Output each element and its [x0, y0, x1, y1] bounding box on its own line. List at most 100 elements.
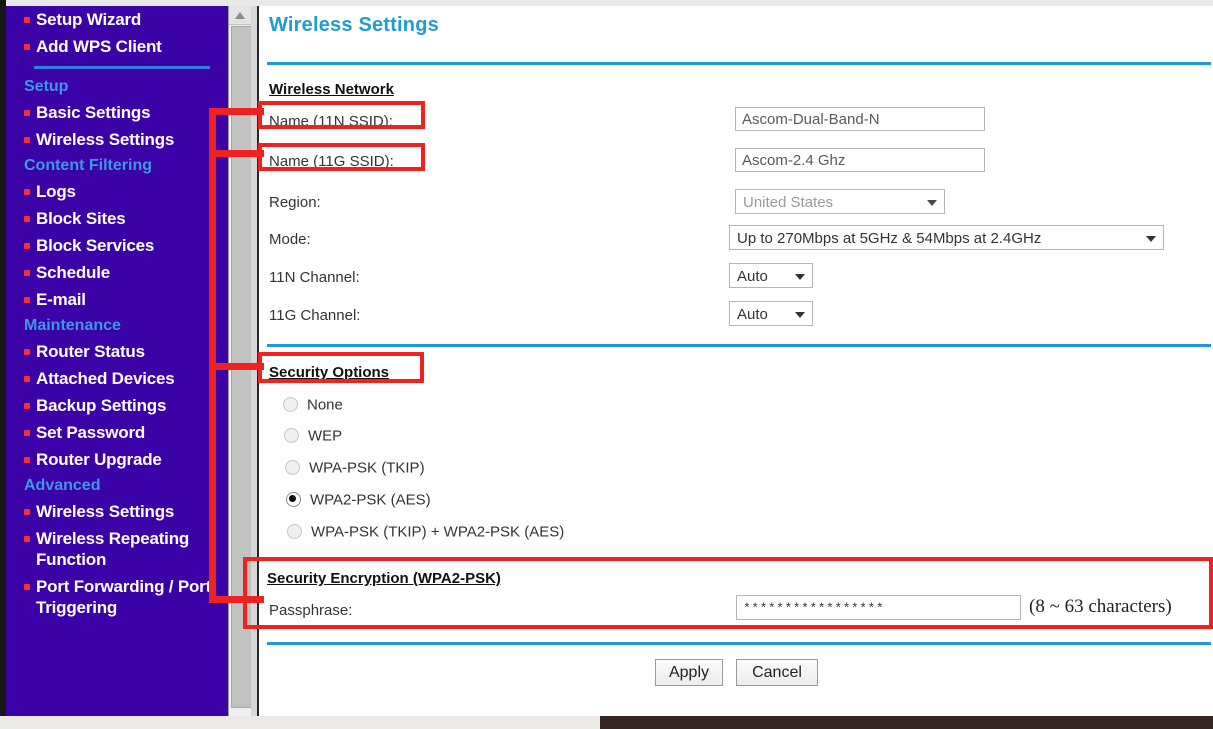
sidebar-item-wireless-settings[interactable]: Wireless Settings: [6, 126, 228, 153]
bullet-icon: [24, 137, 30, 143]
sidebar-item-label: Router Upgrade: [36, 450, 162, 469]
bullet-icon: [24, 216, 30, 222]
sidebar-item-label: Block Sites: [36, 209, 126, 228]
input-ssid-11n[interactable]: Ascom-Dual-Band-N: [735, 107, 985, 131]
chevron-down-icon: [927, 200, 937, 206]
sidebar-item-label: Add WPS Client: [36, 37, 162, 56]
radio-label: None: [307, 396, 343, 414]
sidebar-item-label: Router Status: [36, 342, 145, 361]
select-channel-11g[interactable]: Auto: [729, 301, 813, 326]
radio-button[interactable]: [283, 396, 298, 412]
sidebar-item-block-services[interactable]: Block Services: [6, 232, 228, 259]
bullet-icon: [24, 536, 30, 542]
radio-label: WPA-PSK (TKIP): [309, 459, 425, 477]
select-mode-value: Up to 270Mbps at 5GHz & 54Mbps at 2.4GHz: [737, 230, 1042, 247]
select-channel-11g-value: Auto: [737, 306, 768, 323]
annotation-branch-ssid-11n: [209, 108, 264, 115]
label-channel-11n: 11N Channel:: [269, 269, 360, 286]
sidebar-divider: [34, 66, 210, 69]
sidebar-item-wireless-settings[interactable]: Wireless Settings: [6, 498, 228, 525]
sidebar-item-schedule[interactable]: Schedule: [6, 259, 228, 286]
sidebar-heading-setup: Setup: [24, 78, 69, 95]
router-admin-screenshot: Setup Wizard Add WPS Client Setup Basic Set…: [0, 0, 1213, 729]
select-channel-11n[interactable]: Auto: [729, 263, 813, 288]
bullet-icon: [24, 189, 30, 195]
sidebar-item-label: Schedule: [36, 263, 110, 282]
chevron-up-icon: [235, 12, 245, 19]
bullet-icon: [24, 376, 30, 382]
bottom-frame-left: [0, 716, 600, 729]
label-channel-11g: 11G Channel:: [269, 307, 361, 324]
annotation-box-security-options: [258, 352, 424, 383]
radio-button[interactable]: [287, 523, 302, 539]
divider-security: [267, 344, 1211, 347]
sidebar-item-label: Basic Settings: [36, 103, 151, 122]
radio-button[interactable]: [285, 459, 300, 475]
bullet-icon: [24, 270, 30, 276]
sidebar-item-label: Wireless Repeating Function: [36, 529, 190, 569]
sidebar-item-add-wps-client[interactable]: Add WPS Client: [6, 33, 228, 60]
sidebar-item-wireless-repeating-function[interactable]: Wireless Repeating Function: [6, 525, 228, 573]
apply-button[interactable]: Apply: [655, 659, 723, 686]
sidebar-item-label: E-mail: [36, 290, 86, 309]
bullet-icon: [24, 243, 30, 249]
divider-top: [267, 62, 1211, 65]
sidebar-item-label: Setup Wizard: [36, 10, 142, 29]
annotation-box-ssid-11g: [258, 143, 425, 171]
sidebar-item-set-password[interactable]: Set Password: [6, 419, 228, 446]
label-region: Region:: [269, 194, 321, 211]
sidebar-item-label: Port Forwarding / Port Triggering: [36, 577, 212, 617]
divider-bottom: [267, 642, 1211, 645]
sidebar-item-label: Backup Settings: [36, 396, 167, 415]
radio-label: WPA-PSK (TKIP) + WPA2-PSK (AES): [311, 523, 565, 541]
select-mode[interactable]: Up to 270Mbps at 5GHz & 54Mbps at 2.4GHz: [729, 225, 1164, 250]
sidebar-heading-content-filtering: Content Filtering: [24, 157, 152, 174]
annotation-spine: [209, 108, 216, 603]
sidebar-item-label: Attached Devices: [36, 369, 175, 388]
sidebar-item-label: Logs: [36, 182, 76, 201]
bullet-icon: [24, 457, 30, 463]
chevron-down-icon: [795, 312, 805, 318]
sidebar-heading-maintenance: Maintenance: [24, 317, 121, 334]
select-region-value: United States: [743, 194, 834, 211]
bullet-icon: [24, 17, 30, 23]
chevron-down-icon: [795, 274, 805, 280]
radio-label: WPA2-PSK (AES): [310, 491, 431, 509]
bullet-icon: [24, 509, 30, 515]
cancel-button[interactable]: Cancel: [736, 659, 818, 686]
annotation-branch-security-options: [209, 363, 264, 370]
sidebar-item-logs[interactable]: Logs: [6, 178, 228, 205]
annotation-branch-ssid-11g: [209, 150, 264, 157]
annotation-spine-upper: [209, 108, 216, 156]
radio-button[interactable]: [286, 491, 301, 507]
sidebar-item-block-sites[interactable]: Block Sites: [6, 205, 228, 232]
sidebar-heading-advanced: Advanced: [24, 477, 101, 494]
select-region[interactable]: United States: [735, 189, 945, 214]
sidebar-item-router-status[interactable]: Router Status: [6, 338, 228, 365]
sidebar-item-e-mail[interactable]: E-mail: [6, 286, 228, 313]
sidebar-item-label: Set Password: [36, 423, 146, 442]
scroll-up-button[interactable]: [229, 6, 252, 25]
radio-button[interactable]: [284, 427, 299, 443]
page-title: Wireless Settings: [269, 14, 439, 36]
sidebar-item-basic-settings[interactable]: Basic Settings: [6, 99, 228, 126]
radio-option-wep[interactable]: WEP: [284, 427, 342, 445]
radio-option-wpa2-psk-aes[interactable]: WPA2-PSK (AES): [286, 491, 431, 509]
bullet-icon: [24, 430, 30, 436]
sidebar-item-port-forwarding-port-triggering[interactable]: Port Forwarding / Port Triggering: [6, 573, 228, 621]
sidebar-item-attached-devices[interactable]: Attached Devices: [6, 365, 228, 392]
sidebar-item-label: Block Services: [36, 236, 155, 255]
sidebar-item-backup-settings[interactable]: Backup Settings: [6, 392, 228, 419]
input-ssid-11g[interactable]: Ascom-2.4 Ghz: [735, 148, 985, 172]
radio-option-none[interactable]: None: [283, 396, 343, 414]
annotation-box-ssid-11n: [258, 101, 425, 129]
radio-label: WEP: [308, 427, 343, 445]
sidebar-item-label: Wireless Settings: [36, 502, 175, 521]
sidebar-item-setup-wizard[interactable]: Setup Wizard: [6, 6, 228, 33]
radio-option-wpa-psk-tkip-wpa2-psk-aes[interactable]: WPA-PSK (TKIP) + WPA2-PSK (AES): [287, 523, 564, 541]
sidebar-nav: Setup Wizard Add WPS Client Setup Basic Set…: [6, 6, 228, 718]
bullet-icon: [24, 349, 30, 355]
radio-option-wpa-psk-tkip[interactable]: WPA-PSK (TKIP): [285, 459, 425, 477]
bottom-frame-right: [600, 716, 1213, 729]
sidebar-item-router-upgrade[interactable]: Router Upgrade: [6, 446, 228, 473]
